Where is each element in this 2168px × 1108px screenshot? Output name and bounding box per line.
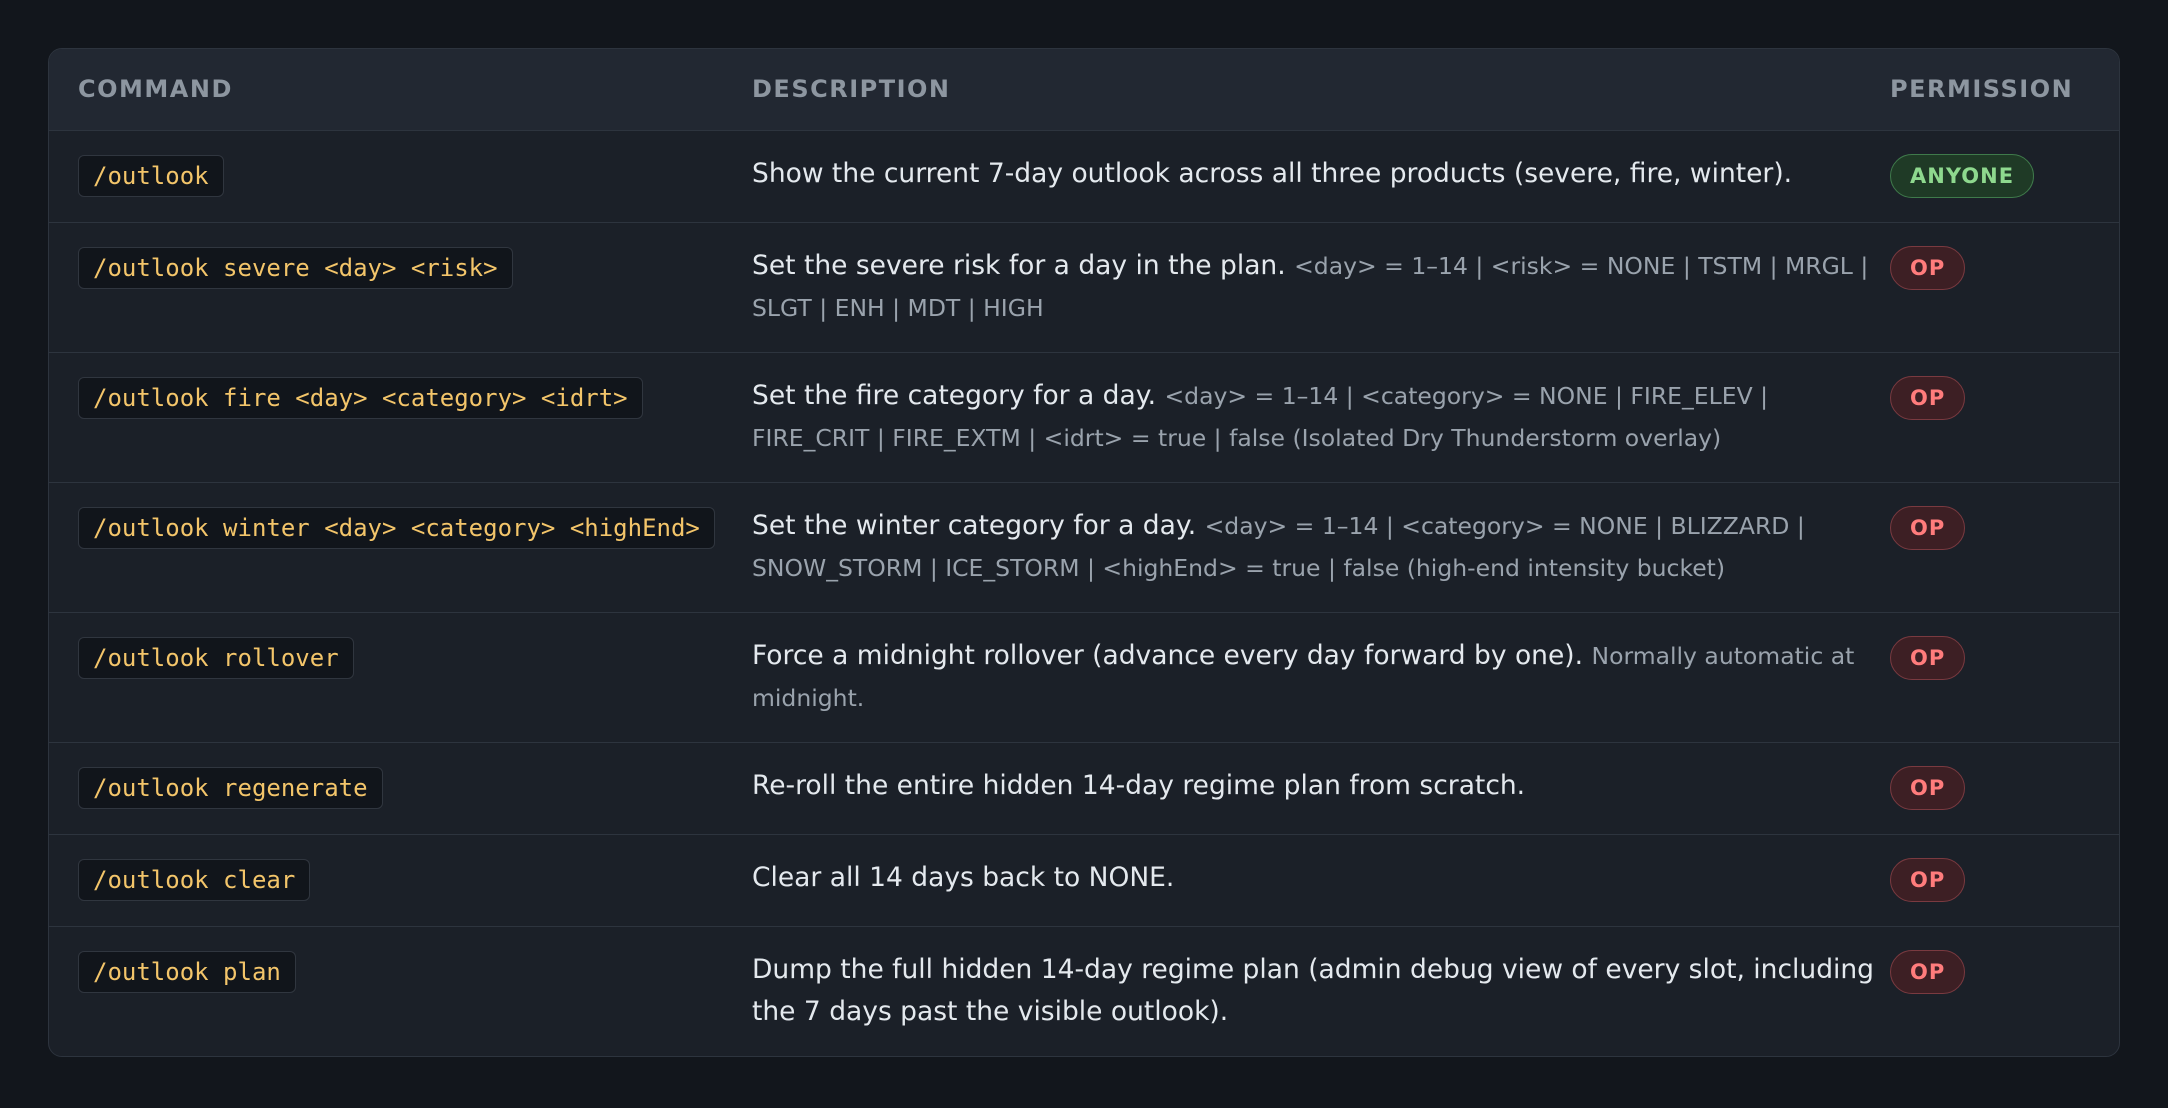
command-code[interactable]: /outlook rollover xyxy=(78,636,354,679)
description-text: Dump the full hidden 14-day regime plan … xyxy=(752,953,1874,1027)
column-header-description: DESCRIPTION xyxy=(752,49,1890,131)
description-text: Force a midnight rollover (advance every… xyxy=(752,639,1584,671)
table-row: /outlook Show the current 7-day outlook … xyxy=(49,130,2119,222)
description-cell: Force a midnight rollover (advance every… xyxy=(752,612,1890,742)
description-text: Set the severe risk for a day in the pla… xyxy=(752,249,1286,281)
table-row: /outlook clear Clear all 14 days back to… xyxy=(49,834,2119,926)
description-cell: Set the winter category for a day. <day>… xyxy=(752,482,1890,612)
column-header-command: COMMAND xyxy=(49,49,752,131)
description-text: Show the current 7-day outlook across al… xyxy=(752,157,1793,189)
table-row: /outlook plan Dump the full hidden 14-da… xyxy=(49,926,2119,1056)
command-code[interactable]: /outlook regenerate xyxy=(78,766,383,809)
table-row: /outlook rollover Force a midnight rollo… xyxy=(49,612,2119,742)
permission-badge: OP xyxy=(1890,857,1966,902)
description-cell: Clear all 14 days back to NONE. xyxy=(752,834,1890,926)
header-row: COMMAND DESCRIPTION PERMISSION xyxy=(49,49,2119,131)
command-code[interactable]: /outlook severe <day> <risk> xyxy=(78,246,513,289)
command-code[interactable]: /outlook fire <day> <category> <idrt> xyxy=(78,376,643,419)
description-cell: Dump the full hidden 14-day regime plan … xyxy=(752,926,1890,1056)
description-cell: Set the fire category for a day. <day> =… xyxy=(752,352,1890,482)
permission-cell: OP xyxy=(1890,482,2119,612)
permission-badge: OP xyxy=(1890,765,1966,810)
table-row: /outlook winter <day> <category> <highEn… xyxy=(49,482,2119,612)
command-cell: /outlook fire <day> <category> <idrt> xyxy=(49,352,752,482)
description-cell: Show the current 7-day outlook across al… xyxy=(752,130,1890,222)
permission-cell: ANYONE xyxy=(1890,130,2119,222)
command-cell: /outlook regenerate xyxy=(49,742,752,834)
permission-cell: OP xyxy=(1890,612,2119,742)
permission-cell: OP xyxy=(1890,926,2119,1056)
command-cell: /outlook severe <day> <risk> xyxy=(49,222,752,352)
permission-badge: OP xyxy=(1890,505,1966,550)
command-code[interactable]: /outlook winter <day> <category> <highEn… xyxy=(78,506,715,549)
command-cell: /outlook clear xyxy=(49,834,752,926)
table-body: /outlook Show the current 7-day outlook … xyxy=(49,130,2119,1056)
permission-badge: OP xyxy=(1890,375,1966,420)
description-text: Clear all 14 days back to NONE. xyxy=(752,861,1175,893)
commands-table: COMMAND DESCRIPTION PERMISSION /outlook … xyxy=(49,49,2119,1056)
permission-cell: OP xyxy=(1890,834,2119,926)
table-row: /outlook severe <day> <risk> Set the sev… xyxy=(49,222,2119,352)
command-code[interactable]: /outlook clear xyxy=(78,858,311,901)
permission-badge: ANYONE xyxy=(1890,153,2035,198)
permission-cell: OP xyxy=(1890,352,2119,482)
description-cell: Set the severe risk for a day in the pla… xyxy=(752,222,1890,352)
command-cell: /outlook rollover xyxy=(49,612,752,742)
table-row: /outlook regenerate Re-roll the entire h… xyxy=(49,742,2119,834)
permission-badge: OP xyxy=(1890,245,1966,290)
table-header: COMMAND DESCRIPTION PERMISSION xyxy=(49,49,2119,131)
command-cell: /outlook plan xyxy=(49,926,752,1056)
permission-cell: OP xyxy=(1890,742,2119,834)
commands-table-card: COMMAND DESCRIPTION PERMISSION /outlook … xyxy=(48,48,2120,1057)
description-text: Set the fire category for a day. xyxy=(752,379,1157,411)
permission-badge: OP xyxy=(1890,635,1966,680)
table-row: /outlook fire <day> <category> <idrt> Se… xyxy=(49,352,2119,482)
command-code[interactable]: /outlook plan xyxy=(78,950,296,993)
command-cell: /outlook winter <day> <category> <highEn… xyxy=(49,482,752,612)
description-text: Set the winter category for a day. xyxy=(752,509,1197,541)
column-header-permission: PERMISSION xyxy=(1890,49,2119,131)
description-cell: Re-roll the entire hidden 14-day regime … xyxy=(752,742,1890,834)
description-text: Re-roll the entire hidden 14-day regime … xyxy=(752,769,1526,801)
command-cell: /outlook xyxy=(49,130,752,222)
permission-badge: OP xyxy=(1890,949,1966,994)
command-code[interactable]: /outlook xyxy=(78,154,224,197)
permission-cell: OP xyxy=(1890,222,2119,352)
